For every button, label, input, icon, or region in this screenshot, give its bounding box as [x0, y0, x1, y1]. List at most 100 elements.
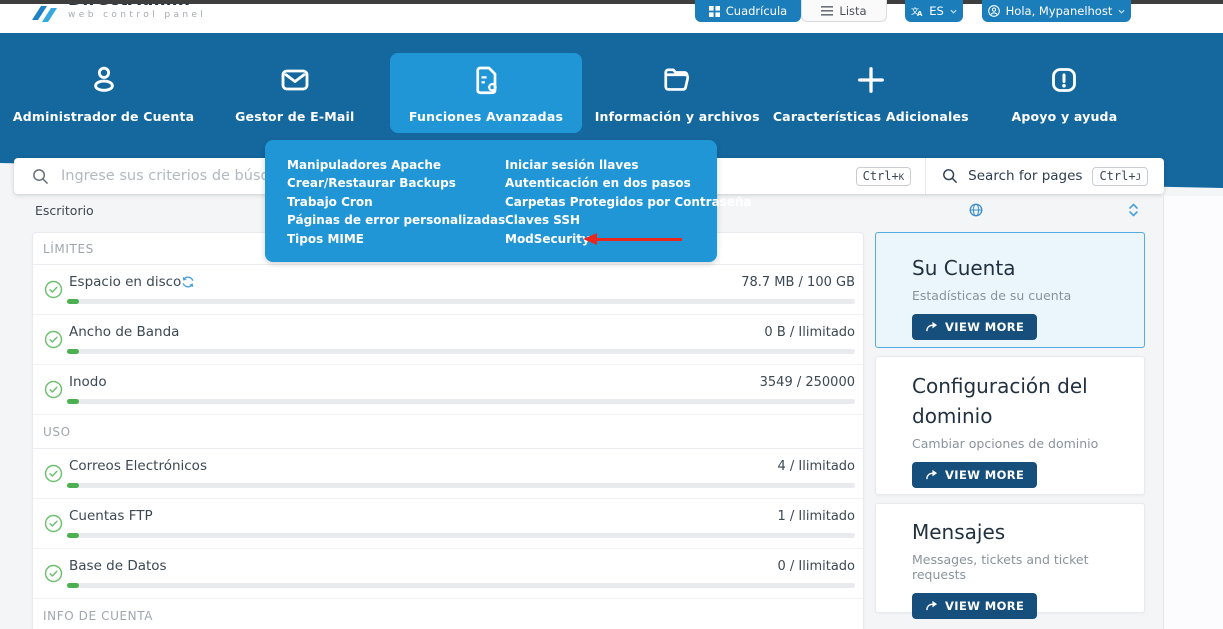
- progress-bar: [67, 583, 855, 588]
- stat-label[interactable]: Ancho de Banda: [69, 324, 179, 340]
- chevron-down-icon: [1118, 9, 1125, 14]
- menu-item-password-protected-dirs[interactable]: Carpetas Protegidos por Contraseña: [505, 193, 752, 211]
- refresh-icon[interactable]: [181, 275, 195, 289]
- card-domain-setup: Configuración del dominio Cambiar opcion…: [875, 356, 1145, 495]
- page-search-button[interactable]: Search for pages Ctrl+J: [925, 158, 1164, 194]
- nav-item-account-manager[interactable]: Administrador de Cuenta: [8, 53, 199, 133]
- progress-bar: [67, 299, 855, 304]
- menu-item-apache-handlers[interactable]: Manipuladores Apache: [287, 156, 505, 174]
- menu-item-cron-jobs[interactable]: Trabajo Cron: [287, 193, 505, 211]
- card-title: Configuración del dominio: [912, 371, 1122, 431]
- nav-label: Funciones Avanzadas: [409, 109, 563, 124]
- page-search-shortcut-badge: Ctrl+J: [1092, 167, 1148, 186]
- nav-item-support-help[interactable]: Apoyo y ayuda: [969, 53, 1160, 133]
- view-more-button[interactable]: VIEW MORE: [912, 462, 1037, 488]
- brand-tagline: web control panel: [68, 10, 206, 20]
- progress-fill: [67, 483, 79, 488]
- redirect-arrow-icon: [925, 469, 938, 481]
- section-header-account-info: INFO DE CUENTA: [33, 599, 863, 629]
- card-title: Su Cuenta: [912, 253, 1122, 283]
- stat-label[interactable]: Espacio en disco: [69, 274, 181, 290]
- svg-text:A: A: [917, 10, 923, 17]
- search-shortcut-badge: Ctrl+K: [856, 167, 912, 186]
- stat-row-inode: Inodo 3549 / 250000: [33, 365, 863, 415]
- domain-selector-toggle[interactable]: [1128, 202, 1139, 221]
- file-gear-icon: [468, 62, 504, 98]
- chevron-down-icon: [950, 9, 957, 14]
- grid-icon: [709, 6, 720, 17]
- user-circle-icon: [988, 5, 1000, 17]
- annotation-arrow: [597, 238, 682, 241]
- stat-row-disk-space: Espacio en disco 78.7 MB / 100 GB: [33, 265, 863, 315]
- menu-item-backups[interactable]: Crear/Restaurar Backups: [287, 174, 505, 192]
- search-icon: [942, 168, 958, 184]
- nav-item-advanced-features[interactable]: Funciones Avanzadas: [390, 53, 581, 133]
- stat-value: 4 / Ilimitado: [777, 459, 855, 474]
- progress-bar: [67, 349, 855, 354]
- list-view-button[interactable]: Lista: [801, 0, 887, 22]
- nav-item-additional-features[interactable]: Características Adicionales: [773, 53, 969, 133]
- stat-label[interactable]: Base de Datos: [69, 558, 167, 574]
- redirect-arrow-icon: [925, 321, 938, 333]
- menu-item-two-step-auth[interactable]: Autenticación en dos pasos: [505, 174, 752, 192]
- check-circle-icon: [44, 514, 63, 533]
- stat-value: 78.7 MB / 100 GB: [741, 275, 855, 290]
- content-divider: [1163, 196, 1164, 629]
- nav-item-info-files[interactable]: Información y archivos: [582, 53, 773, 133]
- redirect-arrow-icon: [925, 600, 938, 612]
- search-icon: [32, 168, 49, 185]
- card-subtitle: Messages, tickets and ticket requests: [912, 552, 1137, 582]
- support-icon: [1046, 62, 1082, 98]
- card-messages: Mensajes Messages, tickets and ticket re…: [875, 503, 1145, 613]
- progress-bar: [67, 399, 855, 404]
- stat-value: 0 / Ilimitado: [777, 559, 855, 574]
- stat-row-emails: Correos Electrónicos 4 / Ilimitado: [33, 449, 863, 499]
- card-subtitle: Cambiar opciones de dominio: [912, 436, 1137, 451]
- stat-value: 0 B / Ilimitado: [764, 325, 855, 340]
- nav-item-email-manager[interactable]: Gestor de E-Mail: [199, 53, 390, 133]
- globe-icon: [969, 203, 983, 217]
- card-title: Mensajes: [912, 517, 1122, 547]
- breadcrumb[interactable]: Escritorio: [35, 203, 94, 218]
- menu-item-login-keys[interactable]: Iniciar sesión llaves: [505, 156, 752, 174]
- folder-icon: [659, 62, 695, 98]
- menu-item-custom-error-pages[interactable]: Páginas de error personalizadas: [287, 211, 505, 229]
- language-button[interactable]: 文 A ES: [905, 0, 963, 22]
- dashboard-stats-card: LÍMITES Espacio en disco 78.7 MB / 100 G…: [32, 232, 864, 629]
- check-circle-icon: [44, 564, 63, 583]
- stat-label[interactable]: Inodo: [69, 374, 107, 390]
- stat-row-databases: Base de Datos 0 / Ilimitado: [33, 549, 863, 599]
- check-circle-icon: [44, 330, 63, 349]
- page: DirectAdmin web control panel Cuadrícula…: [0, 0, 1223, 629]
- grid-view-button[interactable]: Cuadrícula: [695, 0, 801, 22]
- mail-icon: [277, 62, 313, 98]
- stat-value: 3549 / 250000: [760, 375, 855, 390]
- user-icon: [86, 62, 122, 98]
- stat-label[interactable]: Correos Electrónicos: [69, 458, 207, 474]
- directadmin-logo[interactable]: DirectAdmin web control panel: [28, 2, 206, 30]
- list-icon: [821, 6, 833, 16]
- check-circle-icon: [44, 280, 63, 299]
- progress-fill: [67, 299, 79, 304]
- stat-row-ftp-accounts: Cuentas FTP 1 / Ilimitado: [33, 499, 863, 549]
- menu-item-mime-types[interactable]: Tipos MIME: [287, 230, 505, 248]
- check-circle-icon: [44, 464, 63, 483]
- stat-value: 1 / Ilimitado: [777, 509, 855, 524]
- domain-selector-globe[interactable]: [969, 202, 983, 221]
- card-subtitle: Estadísticas de su cuenta: [912, 288, 1137, 303]
- nav-label: Información y archivos: [595, 109, 760, 124]
- progress-fill: [67, 533, 79, 538]
- user-menu-button[interactable]: Hola, Mypanelhost: [982, 0, 1131, 22]
- right-pane-background: [1164, 196, 1223, 629]
- progress-fill: [67, 583, 79, 588]
- stat-row-bandwidth: Ancho de Banda 0 B / Ilimitado: [33, 315, 863, 365]
- menu-item-ssh-keys[interactable]: Claves SSH: [505, 211, 752, 229]
- progress-bar: [67, 533, 855, 538]
- grid-view-label: Cuadrícula: [726, 4, 787, 18]
- nav-label: Administrador de Cuenta: [13, 109, 194, 124]
- advanced-features-dropdown: Manipuladores Apache Crear/Restaurar Bac…: [265, 140, 717, 262]
- view-more-button[interactable]: VIEW MORE: [912, 314, 1037, 340]
- view-more-label: VIEW MORE: [945, 599, 1024, 613]
- view-more-button[interactable]: VIEW MORE: [912, 593, 1037, 619]
- stat-label[interactable]: Cuentas FTP: [69, 508, 153, 524]
